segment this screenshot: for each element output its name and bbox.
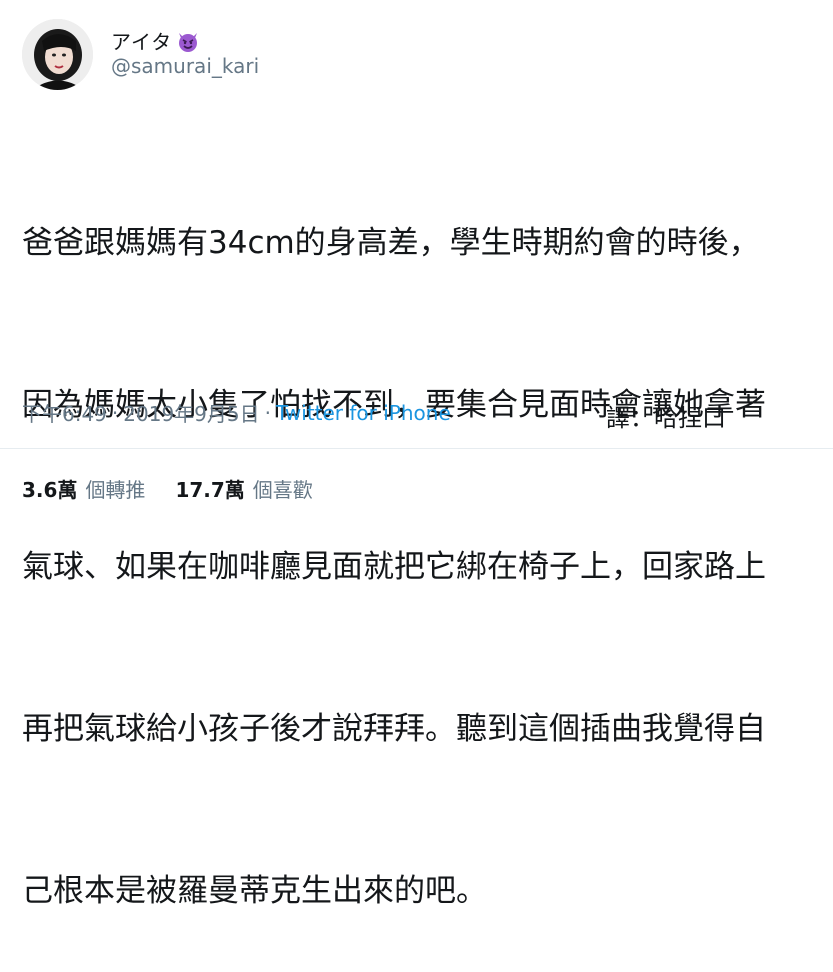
- divider: [0, 448, 833, 449]
- tweet-text: 爸爸跟媽媽有34cm的身高差，學生時期約會的時後， 因為媽媽太小隻了怕找不到，要…: [22, 108, 812, 972]
- tweet-line: 氣球、如果在咖啡廳見面就把它綁在椅子上，回家路上: [22, 549, 766, 585]
- retweets-stat[interactable]: 3.6萬 個轉推: [22, 474, 145, 503]
- meta-separator: ·: [111, 400, 119, 425]
- tweet-time[interactable]: 下午6:49: [22, 398, 107, 427]
- author-name-row[interactable]: アイタ: [111, 26, 200, 55]
- tweet-meta: 下午6:49 · 2019年9月5日 · Twitter for iPhone: [22, 398, 451, 427]
- tweet-stats: 3.6萬 個轉推 17.7萬 個喜歡: [22, 474, 313, 503]
- retweets-count: 3.6萬: [22, 478, 78, 502]
- tweet-line: 爸爸跟媽媽有34cm的身高差，學生時期約會的時後，: [22, 225, 760, 261]
- tweet-line: 己根本是被羅曼蒂克生出來的吧。: [22, 873, 487, 909]
- likes-stat[interactable]: 17.7萬 個喜歡: [175, 474, 312, 503]
- author-handle[interactable]: @samurai_kari: [111, 54, 259, 78]
- likes-count: 17.7萬: [175, 478, 245, 502]
- tweet-date[interactable]: 2019年9月5日: [123, 398, 259, 427]
- meta-separator: ·: [264, 400, 271, 425]
- tweet-line: 再把氣球給小孩子後才說拜拜。聽到這個插曲我覺得自: [22, 711, 766, 747]
- avatar[interactable]: [22, 19, 93, 90]
- author-display-name[interactable]: アイタ: [111, 26, 172, 55]
- retweets-label: 個轉推: [85, 478, 146, 502]
- avatar-photo: [22, 19, 93, 90]
- translator-note: 譯：哈捏口: [606, 404, 726, 432]
- tweet-source-link[interactable]: Twitter for iPhone: [276, 401, 451, 425]
- smiling-devil-icon: [176, 29, 200, 53]
- likes-label: 個喜歡: [252, 478, 313, 502]
